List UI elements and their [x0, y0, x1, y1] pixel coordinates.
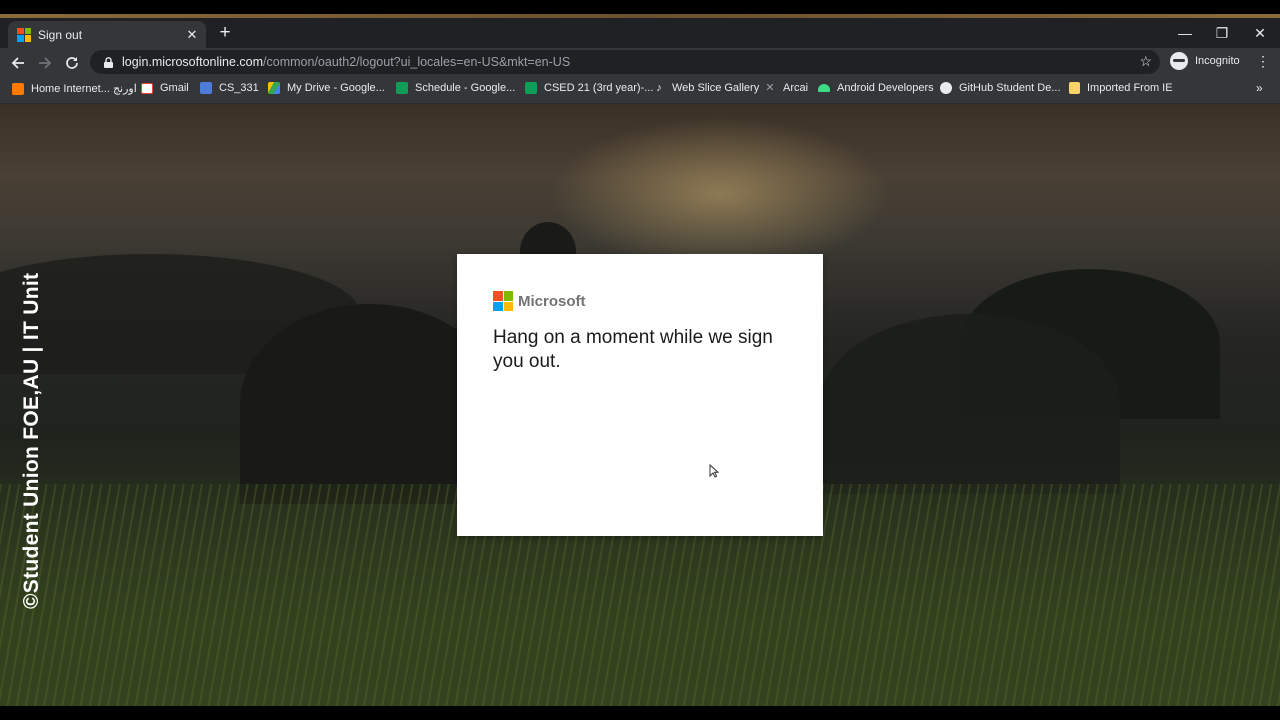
url-host: login.microsoftonline.com	[122, 55, 264, 69]
bookmark-imported-from-ie[interactable]: Imported From IE	[1069, 82, 1173, 94]
tab-close-icon[interactable]: ✕	[184, 27, 200, 43]
close-window-icon[interactable]: ✕	[1245, 22, 1275, 44]
bookmarks-overflow-icon[interactable]: »	[1256, 81, 1263, 95]
bookmark-label: Android Developers	[837, 82, 934, 94]
bookmark-label: Gmail	[160, 82, 189, 94]
video-letterbox-top	[0, 0, 1280, 14]
google-drive-icon	[268, 82, 280, 94]
sign-out-heading: Hang on a moment while we sign you out.	[493, 327, 773, 372]
maximize-icon[interactable]: ❐	[1207, 22, 1237, 44]
bookmark-label: Arcai	[783, 82, 809, 94]
bookmarks-bar: Home Internet... اورنج Gmail CS_331 My D…	[0, 77, 1280, 104]
bookmark-label: CS_331	[219, 82, 259, 94]
bookmark-label: My Drive - Google...	[287, 82, 385, 94]
video-watermark: ©Student Union FOE,AU | IT Unit	[20, 272, 43, 609]
browser-menu-icon[interactable]: ⋮	[1256, 53, 1270, 70]
microsoft-favicon-icon	[17, 27, 31, 42]
bookmark-schedule[interactable]: Schedule - Google...	[396, 82, 515, 94]
url-path: /common/oauth2/logout?ui_locales=en-US&m…	[263, 55, 571, 69]
bookmark-csed21[interactable]: CSED 21 (3rd year)-...	[525, 82, 653, 94]
bookmark-label: GitHub Student De...	[959, 82, 1061, 94]
background-hill	[820, 314, 1120, 494]
orange-square-icon	[12, 82, 24, 95]
bookmark-label: Schedule - Google...	[415, 82, 516, 94]
lock-icon	[102, 56, 114, 68]
bookmark-my-drive[interactable]: My Drive - Google...	[268, 82, 385, 94]
sign-out-dialog: Microsoft Hang on a moment while we sign…	[457, 254, 823, 536]
google-sheets-icon	[525, 82, 537, 94]
microsoft-logo: Microsoft	[493, 291, 586, 311]
arcai-icon: ✕	[765, 82, 775, 94]
android-icon	[818, 84, 830, 92]
tab-title: Sign out	[38, 27, 83, 42]
reload-icon[interactable]	[62, 53, 82, 73]
microsoft-wordmark: Microsoft	[518, 292, 586, 310]
new-tab-icon[interactable]: +	[216, 23, 234, 42]
forward-icon[interactable]	[35, 53, 55, 73]
bookmark-gmail[interactable]: Gmail	[141, 82, 189, 94]
sign-out-page-background: ©Student Union FOE,AU | IT Unit Microsof…	[0, 104, 1280, 706]
bookmark-home-internet[interactable]: Home Internet... اورنج	[12, 82, 137, 95]
bookmark-label: Imported From IE	[1087, 82, 1173, 94]
minimize-icon[interactable]: —	[1170, 22, 1200, 44]
web-slice-icon: ♪	[656, 82, 662, 94]
bookmark-label: Web Slice Gallery	[672, 82, 760, 94]
p-icon	[200, 82, 212, 94]
bookmark-arcai[interactable]: ✕ Arcai	[764, 82, 808, 94]
tab-strip: Sign out ✕ + — ❐ ✕	[0, 18, 1280, 48]
back-icon[interactable]	[8, 53, 28, 73]
video-letterbox-bottom	[0, 706, 1280, 720]
incognito-icon	[1170, 52, 1188, 70]
gmail-icon	[141, 82, 153, 94]
incognito-label: Incognito	[1195, 55, 1240, 67]
bookmark-label: Home Internet... اورنج	[31, 83, 137, 95]
browser-toolbar: login.microsoftonline.com/common/oauth2/…	[0, 48, 1280, 77]
google-sheets-icon	[396, 82, 408, 94]
microsoft-logo-icon	[493, 291, 513, 311]
incognito-profile[interactable]: Incognito	[1170, 52, 1240, 70]
bookmark-android-developers[interactable]: Android Developers	[818, 82, 934, 94]
bookmark-web-slice-gallery[interactable]: ♪ Web Slice Gallery	[653, 82, 759, 94]
bookmark-github-student[interactable]: GitHub Student De...	[940, 82, 1061, 94]
bookmark-star-icon[interactable]: ☆	[1139, 53, 1152, 70]
folder-icon	[1069, 82, 1080, 94]
address-bar[interactable]: login.microsoftonline.com/common/oauth2/…	[90, 50, 1160, 74]
github-icon	[940, 82, 952, 94]
bookmark-cs331[interactable]: CS_331	[200, 82, 259, 94]
tab-sign-out[interactable]: Sign out ✕	[8, 21, 206, 48]
mouse-cursor-icon	[709, 463, 720, 483]
bookmark-label: CSED 21 (3rd year)-...	[544, 82, 654, 94]
